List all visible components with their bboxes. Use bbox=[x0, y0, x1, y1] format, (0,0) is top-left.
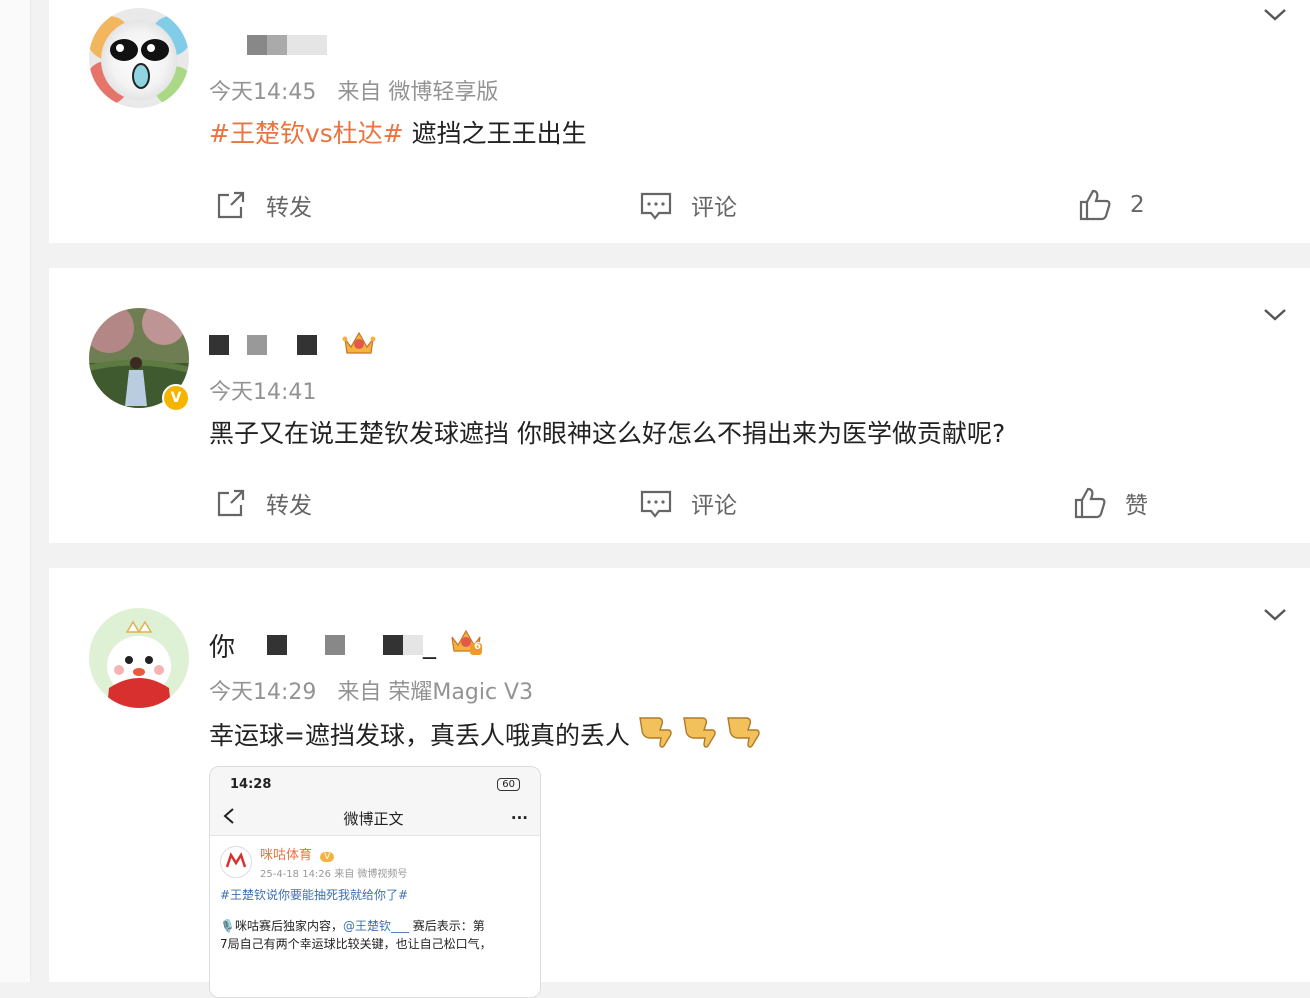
image-status-battery: 60 bbox=[497, 777, 520, 791]
repost-button[interactable]: 转发 bbox=[214, 188, 312, 222]
image-nav-bar: 微博正文 ··· bbox=[210, 801, 540, 836]
comment-button[interactable]: 评论 bbox=[639, 486, 737, 520]
image-nav-more: ··· bbox=[510, 809, 528, 827]
username[interactable] bbox=[209, 330, 377, 360]
comment-icon bbox=[639, 188, 673, 222]
crown-level: 6 bbox=[474, 640, 481, 652]
image-author-badge: V bbox=[320, 852, 335, 862]
post-card: V 今天14:41 黑子又在说王楚钦发球遮挡 你眼神这么好怎么不捐出来为医学做贡… bbox=[49, 268, 1310, 543]
hashtag-link[interactable]: #王楚钦vs杜达# bbox=[209, 119, 404, 148]
like-button[interactable]: 2 bbox=[1078, 188, 1145, 222]
crown-icon bbox=[341, 329, 377, 361]
thumbs-down-icon bbox=[680, 712, 718, 756]
chevron-down-icon[interactable] bbox=[1260, 0, 1290, 30]
post-card: 今天14:45 来自 微博轻享版 #王楚钦vs杜达# 遮挡之王王出生 转发 评论… bbox=[49, 0, 1310, 243]
repost-icon bbox=[214, 486, 248, 520]
image-back-icon bbox=[222, 807, 236, 829]
thumbs-down-icon bbox=[636, 712, 674, 756]
image-status-bar: 14:28 60 bbox=[210, 767, 540, 801]
thumbs-down-icon bbox=[724, 712, 762, 756]
post-text: 遮挡之王王出生 bbox=[403, 119, 587, 148]
comment-icon bbox=[639, 486, 673, 520]
post-meta: 今天14:41 bbox=[209, 374, 330, 406]
post-content: #王楚钦vs杜达# 遮挡之王王出生 bbox=[209, 114, 587, 150]
post-text: 黑子又在说王楚钦发球遮挡 你眼神这么好怎么不捐出来为医学做贡献呢? bbox=[209, 419, 1006, 448]
avatar[interactable] bbox=[89, 608, 189, 708]
post-meta: 今天14:45 来自 微博轻享版 bbox=[209, 74, 512, 106]
image-meta: 25-4-18 14:26 来自 微博视频号 bbox=[260, 869, 408, 880]
image-text: 🎙️咪咕赛后独家内容，@王楚钦___ 赛后表示：第 7局自己有两个幸运球比较关键… bbox=[220, 919, 492, 951]
username[interactable]: 你 _ 6 bbox=[209, 629, 484, 663]
like-count: 2 bbox=[1130, 192, 1145, 218]
comment-label: 评论 bbox=[691, 493, 737, 519]
like-button[interactable]: 赞 bbox=[1073, 486, 1148, 520]
repost-icon bbox=[214, 188, 248, 222]
post-source: 来自 荣耀Magic V3 bbox=[337, 680, 534, 705]
post-content: 幸运球=遮挡发球，真丢人哦真的丢人 bbox=[209, 712, 762, 756]
avatar[interactable] bbox=[89, 8, 189, 108]
image-author-logo bbox=[220, 846, 252, 878]
image-body: 咪咕体育 V 25-4-18 14:26 来自 微博视频号 #王楚钦说你要能抽死… bbox=[210, 836, 540, 997]
comment-label: 评论 bbox=[691, 195, 737, 221]
image-author-name: 咪咕体育 V bbox=[260, 844, 407, 863]
crown-icon: 6 bbox=[448, 627, 484, 664]
image-hashtag: #王楚钦说你要能抽死我就给你了# bbox=[220, 888, 409, 902]
post-text: 幸运球=遮挡发球，真丢人哦真的丢人 bbox=[209, 721, 630, 750]
post-card: 你 _ 6 今天14:29 来自 荣耀Magic V3 幸运球=遮挡发球，真丢人… bbox=[49, 568, 1310, 998]
username-suffix: _ bbox=[423, 630, 437, 660]
post-source: 来自 微博轻享版 bbox=[337, 80, 499, 105]
post-time[interactable]: 今天14:29 bbox=[209, 680, 316, 705]
repost-button[interactable]: 转发 bbox=[214, 486, 312, 520]
verified-icon: V bbox=[162, 384, 190, 412]
repost-label: 转发 bbox=[266, 195, 312, 221]
like-label: 赞 bbox=[1125, 493, 1148, 519]
image-nav-title: 微博正文 bbox=[343, 809, 404, 828]
repost-label: 转发 bbox=[266, 493, 312, 519]
username-text: 你 bbox=[209, 632, 236, 663]
chevron-down-icon[interactable] bbox=[1260, 600, 1290, 630]
chevron-down-icon[interactable] bbox=[1260, 300, 1290, 330]
like-icon bbox=[1073, 486, 1107, 520]
like-icon bbox=[1078, 188, 1112, 222]
comment-button[interactable]: 评论 bbox=[639, 188, 737, 222]
post-content: 黑子又在说王楚钦发球遮挡 你眼神这么好怎么不捐出来为医学做贡献呢? bbox=[209, 414, 1005, 450]
left-sidebar-strip bbox=[0, 0, 31, 982]
post-meta: 今天14:29 来自 荣耀Magic V3 bbox=[209, 674, 547, 706]
image-status-time: 14:28 bbox=[230, 776, 272, 792]
post-time[interactable]: 今天14:41 bbox=[209, 380, 316, 405]
username[interactable] bbox=[209, 30, 327, 60]
post-time[interactable]: 今天14:45 bbox=[209, 80, 316, 105]
post-image[interactable]: 14:28 60 微博正文 ··· 咪咕体育 V 25-4-18 14:26 来… bbox=[209, 766, 541, 998]
